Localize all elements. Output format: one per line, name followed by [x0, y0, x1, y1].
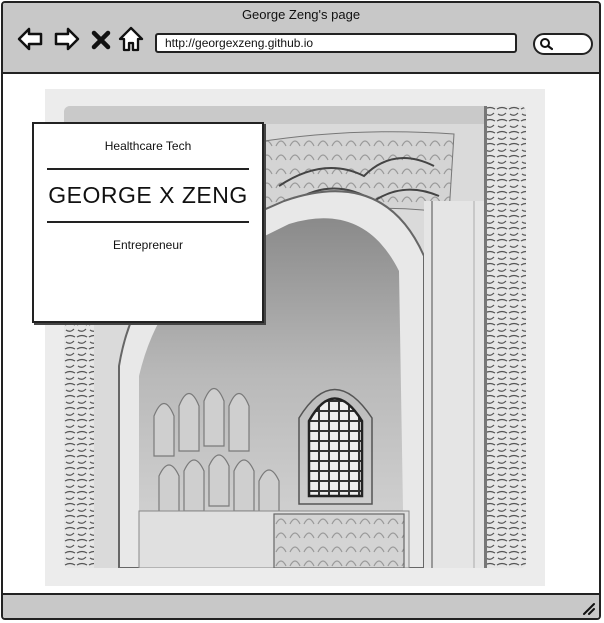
browser-statusbar [3, 593, 599, 618]
site-owner-name: GEORGE X ZENG [48, 182, 248, 208]
back-arrow-icon[interactable] [16, 25, 44, 53]
tagline-healthcare-tech: Healthcare Tech [104, 139, 192, 153]
name-card: Healthcare Tech GEORGE X ZENG Entreprene… [32, 122, 264, 323]
page-content: Healthcare Tech GEORGE X ZENG Entreprene… [3, 74, 599, 597]
resize-grip-icon[interactable] [581, 601, 595, 615]
forward-arrow-icon[interactable] [53, 25, 81, 53]
tagline-entrepreneur: Entrepreneur [112, 238, 184, 252]
address-bar[interactable]: http://georgexzeng.github.io [155, 33, 517, 53]
close-x-icon[interactable] [90, 25, 112, 53]
browser-titlebar: George Zeng's page http://georgexzeng.gi… [3, 3, 599, 74]
search-icon [540, 38, 553, 51]
home-icon[interactable] [117, 25, 145, 53]
card-divider-top [47, 168, 249, 170]
card-divider-bottom [47, 221, 249, 223]
window-title: George Zeng's page [241, 7, 361, 22]
browser-window: George Zeng's page http://georgexzeng.gi… [1, 1, 601, 620]
search-field[interactable] [533, 33, 593, 55]
